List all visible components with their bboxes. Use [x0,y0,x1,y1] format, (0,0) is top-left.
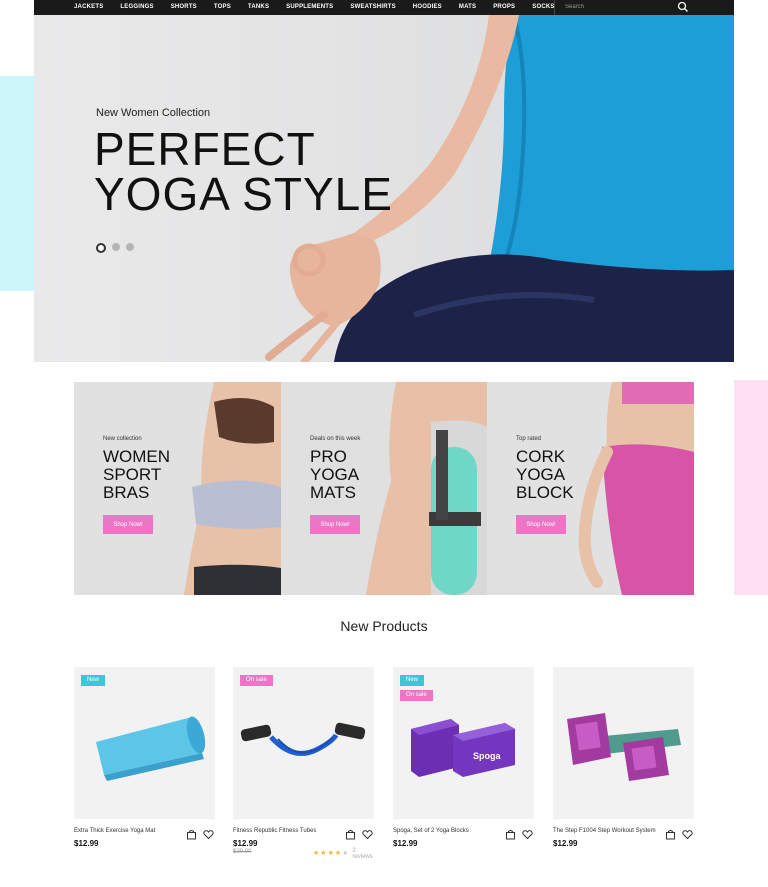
promo-banners: New collection WOMEN SPORT BRAS Shop Now… [74,382,694,595]
cart-icon[interactable] [665,829,676,840]
shop-now-button[interactable]: Shop Now! [516,515,566,534]
product-image[interactable]: On sale [233,667,374,819]
yoga-mat-product-image [96,716,206,781]
badge-on-sale: On sale [240,675,273,686]
promo-title-line: BLOCK [516,483,574,502]
heart-icon[interactable] [522,829,533,840]
product-price: $12.99 [74,839,99,848]
nav-item-jackets[interactable]: JACKETS [74,0,112,15]
promo-label: Deals on this week [310,436,361,442]
product-card[interactable]: New Extra Thick Exercise Yoga Mat $12.99 [74,667,215,848]
product-price: $12.99 [393,839,418,848]
badge-new: New [81,675,106,686]
nav-item-sweatshirts[interactable]: SWEATSHIRTS [350,0,404,15]
reviews-count[interactable]: 2 reviews [352,848,374,860]
page: JACKETS LEGGINGS SHORTS TOPS TANKS SUPPL… [34,0,734,887]
badge-on-sale: On sale [400,690,433,701]
product-name[interactable]: Fitness Republic Fitness Tubes [233,828,343,834]
nav-item-leggings[interactable]: LEGGINGS [120,0,162,15]
heart-icon[interactable] [682,829,693,840]
cart-icon[interactable] [345,829,356,840]
decorative-block-blue [0,76,34,291]
star-icon: ★ [342,850,349,857]
nav-item-shorts[interactable]: SHORTS [171,0,206,15]
promo-title-line: YOGA [310,465,360,484]
nav-item-hoodies[interactable]: HOODIES [413,0,451,15]
product-rating: ★ ★ ★ ★ ★ 2 reviews [313,848,374,860]
fitness-tube-product-image [240,722,366,756]
product-image[interactable]: New On sale Spoga [393,667,534,819]
promo-title-line: YOGA [516,465,566,484]
promo-title: PRO YOGA MATS [310,448,410,502]
star-icon: ★ [327,850,334,857]
cart-icon[interactable] [505,829,516,840]
search-input[interactable] [565,1,695,13]
slider-dot-1[interactable] [96,243,106,253]
search-box [554,0,735,15]
hero-title-line-1: PERFECT [94,123,316,175]
hero-slider: New Women Collection PERFECT YOGA STYLE [34,15,734,362]
shop-now-button[interactable]: Shop Now! [103,515,153,534]
star-icon: ★ [334,850,342,857]
decorative-block-pink [734,380,768,595]
promo-banner-mats[interactable]: Deals on this week PRO YOGA MATS Shop No… [281,382,487,595]
product-name[interactable]: Spoga, Set of 2 Yoga Blocks [393,828,503,834]
slider-dot-3[interactable] [126,243,134,251]
nav-item-mats[interactable]: MATS [459,0,485,15]
hero-title: PERFECT YOGA STYLE [94,123,393,220]
product-grid: New Extra Thick Exercise Yoga Mat $12.99… [74,667,694,867]
promo-label: Top rated [516,436,542,442]
promo-title-line: WOMEN [103,447,171,466]
product-card[interactable]: New On sale Spoga Spoga, Set of 2 Yoga B… [393,667,534,848]
section-title: New Products [340,618,428,634]
hero-subtitle: New Women Collection [96,107,211,119]
promo-title: WOMEN SPORT BRAS [103,448,203,502]
search-icon[interactable] [677,1,689,13]
cart-icon[interactable] [186,829,197,840]
promo-label: New collection [103,436,142,442]
step-platform-product-image [567,713,681,781]
product-card[interactable]: The Step F1004 Step Workout System $12.9… [553,667,694,848]
spoga-logo: Spoga [473,751,501,761]
product-price: $12.99 [553,839,578,848]
nav-item-props[interactable]: PROPS [493,0,524,15]
product-price: $12.99 [233,839,258,848]
product-image[interactable] [553,667,694,819]
heart-icon[interactable] [203,829,214,840]
product-name[interactable]: The Step F1004 Step Workout System [553,828,663,834]
nav-menu: JACKETS LEGGINGS SHORTS TOPS TANKS SUPPL… [74,0,572,15]
hero-title-line-2: YOGA STYLE [94,168,393,220]
product-name[interactable]: Extra Thick Exercise Yoga Mat [74,828,184,834]
nav-item-supplements[interactable]: SUPPLEMENTS [286,0,342,15]
product-old-price: $20.00 [233,849,252,855]
promo-banner-bras[interactable]: New collection WOMEN SPORT BRAS Shop Now… [74,382,281,595]
promo-title-line: CORK [516,447,566,466]
star-icon: ★ [313,850,320,857]
product-card[interactable]: On sale Fitness Republic Fitness Tubes $… [233,667,374,860]
slider-dot-2[interactable] [112,243,120,251]
star-icon: ★ [320,850,327,857]
nav-item-tanks[interactable]: TANKS [248,0,278,15]
promo-title-line: SPORT [103,465,162,484]
slider-dots [96,243,134,253]
shop-now-button[interactable]: Shop Now! [310,515,360,534]
promo-title-line: BRAS [103,483,150,502]
product-image[interactable]: New [74,667,215,819]
promo-title-line: PRO [310,447,347,466]
top-navbar: JACKETS LEGGINGS SHORTS TOPS TANKS SUPPL… [34,0,734,15]
nav-item-tops[interactable]: TOPS [214,0,240,15]
promo-title: CORK YOGA BLOCK [516,448,616,502]
promo-title-line: MATS [310,483,356,502]
promo-banner-cork[interactable]: Top rated CORK YOGA BLOCK Shop Now! [487,382,694,595]
badge-new: New [400,675,425,686]
heart-icon[interactable] [362,829,373,840]
